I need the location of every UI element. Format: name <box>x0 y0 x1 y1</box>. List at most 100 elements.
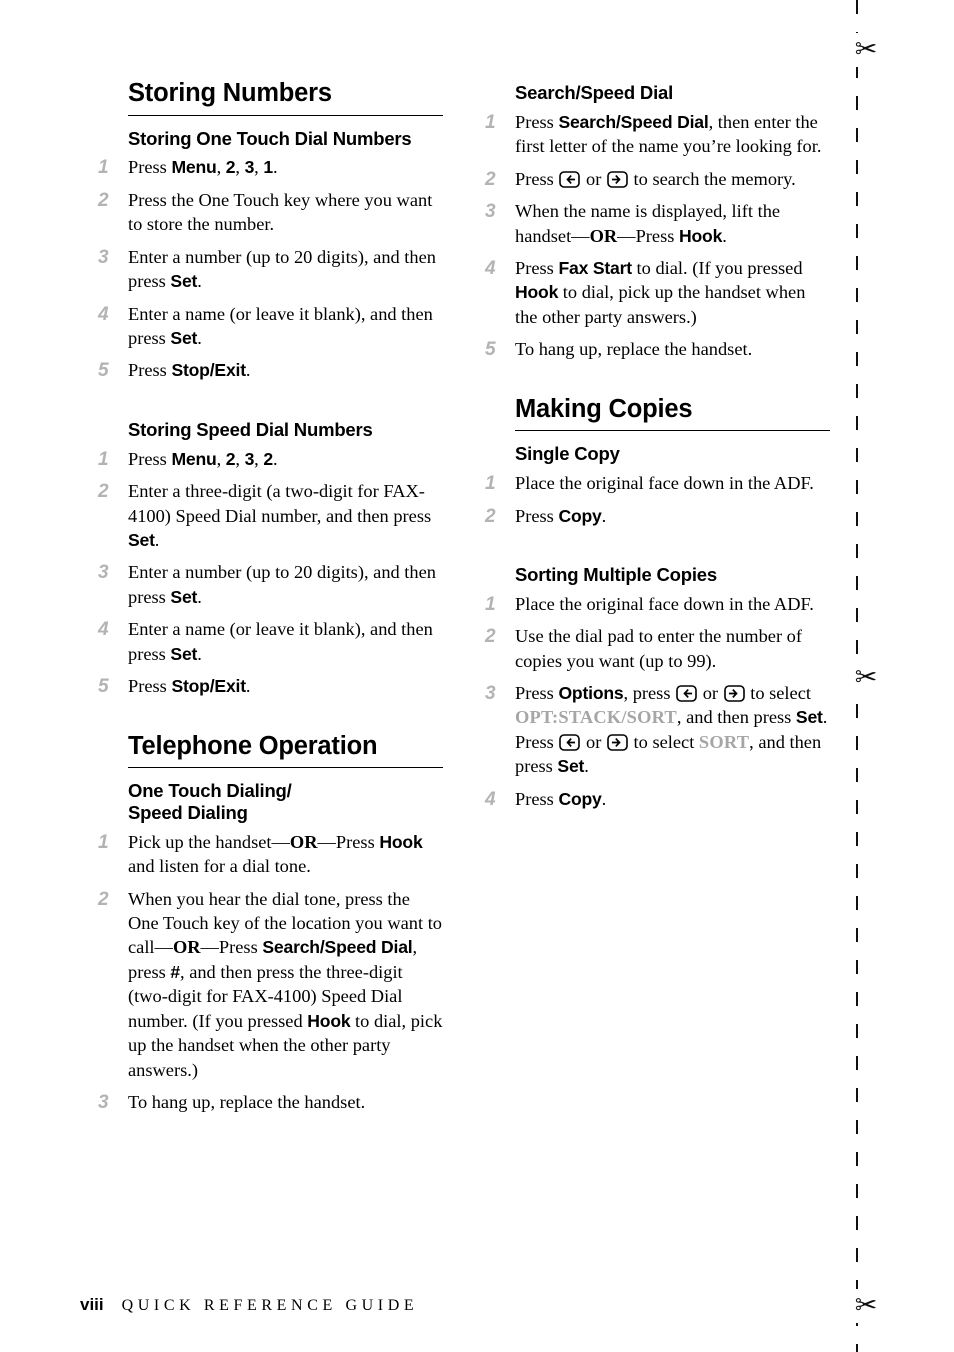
step-text: To hang up, replace the handset. <box>128 1092 366 1113</box>
step-text: Enter a name (or leave it blank), and th… <box>128 619 433 664</box>
step-number: 2 <box>485 168 496 190</box>
step-text: Enter a name (or leave it blank), and th… <box>128 303 433 348</box>
step-number: 3 <box>98 562 109 584</box>
page-number: viii <box>80 1295 104 1314</box>
list-item: 3 Press Options, press or to select OPT:S… <box>485 681 830 779</box>
right-column: Search/Speed Dial 1 Press Search/Speed Di… <box>485 82 830 819</box>
list-item: 1 Place the original face down in the ADF… <box>485 592 830 616</box>
step-text: Press Fax Start to dial. (If you pressed… <box>515 257 806 327</box>
steps-storing-speed-dial: 1 Press Menu, 2, 3, 2. 2 Enter a three-digi… <box>98 447 443 699</box>
list-item: 5 Press Stop/Exit. <box>98 674 443 698</box>
step-number: 4 <box>98 303 109 325</box>
steps-single-copy: 1 Place the original face down in the ADF… <box>485 471 830 528</box>
step-text: Pick up the handset—OR—Press Hook and li… <box>128 831 423 877</box>
list-item: 2 Press Copy. <box>485 504 830 528</box>
list-item: 1 Press Search/Speed Dial, then enter the… <box>485 110 830 159</box>
step-text: Enter a three-digit (a two-digit for FAX… <box>128 481 432 550</box>
step-number: 1 <box>98 157 109 179</box>
page-title-storing-numbers: Storing Numbers <box>128 79 443 116</box>
step-text: Press Stop/Exit. <box>128 676 251 697</box>
heading-single-copy: Single Copy <box>515 443 620 465</box>
step-text: Press the One Touch key where you want t… <box>128 189 433 235</box>
heading-storing-one-touch-dial-numbers: Storing One Touch Dial Numbers <box>128 127 412 149</box>
scissors-icon: ✂ <box>849 33 883 67</box>
step-number: 1 <box>485 111 496 133</box>
step-number: 1 <box>98 448 109 470</box>
list-item: 4 Press Copy. <box>485 787 830 811</box>
list-item: 5 To hang up, replace the handset. <box>485 337 830 361</box>
step-number: 4 <box>98 619 109 641</box>
list-item: 3 To hang up, replace the handset. <box>98 1090 443 1114</box>
heading-search-speed-dial: Search/Speed Dial <box>515 82 674 103</box>
document-page: ✂ ✂ ✂ Storing Numbers Storing One Touch … <box>0 0 954 1352</box>
step-number: 4 <box>485 257 496 279</box>
heading-storing-speed-dial-numbers: Storing Speed Dial Numbers <box>128 418 373 440</box>
step-number: 2 <box>98 888 109 910</box>
step-text: Use the dial pad to enter the number of … <box>515 626 803 671</box>
step-number: 1 <box>98 831 109 853</box>
step-number: 2 <box>98 189 109 211</box>
step-text: Press Options, press or to select OPT:ST… <box>515 683 828 777</box>
step-text: Press Menu, 2, 3, 2. <box>128 448 278 469</box>
right-arrow-key-icon[interactable] <box>607 170 628 188</box>
step-text: When you hear the dial tone, press the O… <box>128 888 443 1080</box>
page-footer: viii QUICK REFERENCE GUIDE <box>80 1295 418 1315</box>
step-number: 2 <box>485 505 496 527</box>
right-arrow-key-icon[interactable] <box>607 734 628 751</box>
step-text: Place the original face down in the ADF. <box>515 473 814 494</box>
list-item: 1 Press Menu, 2, 3, 2. <box>98 447 443 471</box>
step-text: Press Menu, 2, 3, 1. <box>128 157 278 178</box>
list-item: 2 Press the One Touch key where you want … <box>98 188 443 237</box>
step-text: Place the original face down in the ADF. <box>515 593 814 614</box>
left-arrow-key-icon[interactable] <box>559 734 581 751</box>
steps-one-touch-speed-dialing: 1 Pick up the handset—OR—Press Hook and l… <box>98 830 443 1115</box>
step-text: Press Search/Speed Dial, then enter the … <box>515 111 822 157</box>
step-number: 3 <box>98 1092 109 1114</box>
step-number: 3 <box>485 201 496 223</box>
list-item: 3 Enter a number (up to 20 digits), and t… <box>98 560 443 609</box>
list-item: 3 Enter a number (up to 20 digits), and t… <box>98 245 443 294</box>
list-item: 1 Place the original face down in the ADF… <box>485 471 830 495</box>
list-item: 2 Use the dial pad to enter the number of… <box>485 624 830 673</box>
step-number: 3 <box>98 246 109 268</box>
left-arrow-key-icon[interactable] <box>559 170 581 188</box>
right-arrow-key-icon[interactable] <box>723 685 745 702</box>
step-text: Press Stop/Exit. <box>128 360 251 381</box>
step-text: Enter a number (up to 20 digits), and th… <box>128 562 436 607</box>
list-item: 2 Enter a three-digit (a two-digit for FA… <box>98 479 443 552</box>
scissors-icon: ✂ <box>849 661 883 695</box>
steps-search-speed-dial: 1 Press Search/Speed Dial, then enter the… <box>485 110 830 362</box>
list-item: 1 Pick up the handset—OR—Press Hook and l… <box>98 830 443 879</box>
list-item: 4 Press Fax Start to dial. (If you presse… <box>485 256 830 329</box>
list-item: 4 Enter a name (or leave it blank), and t… <box>98 302 443 351</box>
step-text: To hang up, replace the handset. <box>515 339 753 360</box>
step-number: 2 <box>485 626 496 648</box>
scissors-icon: ✂ <box>849 1289 883 1323</box>
list-item: 4 Enter a name (or leave it blank), and t… <box>98 617 443 666</box>
list-item: 3 When the name is displayed, lift the ha… <box>485 199 830 248</box>
step-number: 5 <box>98 360 109 382</box>
list-item: 2 Press or to search the memory. <box>485 167 830 191</box>
step-number: 5 <box>485 339 496 361</box>
left-arrow-key-icon[interactable] <box>676 685 697 702</box>
step-text: Enter a number (up to 20 digits), and th… <box>128 246 436 292</box>
steps-sorting-multiple-copies: 1 Place the original face down in the ADF… <box>485 592 830 812</box>
page-title-telephone-operation: Telephone Operation <box>128 732 443 769</box>
page-title-making-copies: Making Copies <box>515 395 830 432</box>
step-text: Press Copy. <box>515 505 607 526</box>
heading-line-2: Speed Dialing <box>128 801 248 823</box>
list-item: 1 Press Menu, 2, 3, 1. <box>98 155 443 179</box>
step-number: 3 <box>485 683 496 705</box>
heading-one-touch-speed-dialing: One Touch Dialing/ Speed Dialing <box>128 780 443 823</box>
step-number: 5 <box>98 676 109 698</box>
step-text: Press Copy. <box>515 788 607 809</box>
footer-title: QUICK REFERENCE GUIDE <box>121 1297 419 1314</box>
step-number: 4 <box>485 788 496 810</box>
steps-storing-one-touch-dial: 1 Press Menu, 2, 3, 1. 2 Press the One Touc… <box>98 155 443 383</box>
list-item: 5 Press Stop/Exit. <box>98 358 443 382</box>
heading-sorting-multiple-copies: Sorting Multiple Copies <box>515 563 717 585</box>
left-column: Storing Numbers Storing One Touch Dial N… <box>98 79 443 1123</box>
